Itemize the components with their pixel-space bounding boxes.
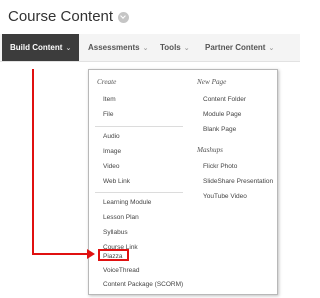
menu-item-slideshare-presentation[interactable]: SlideShare Presentation [203,177,273,186]
divider [95,126,183,127]
annotation-arrow-line [32,253,88,255]
check-circle-icon[interactable] [118,11,130,23]
menu-tools[interactable]: Tools ⌄ [160,34,190,61]
page-title-text: Course Content [8,8,114,25]
section-header-mashups: Mashups [197,146,223,154]
arrow-right-icon [87,249,95,259]
menu-partner-content[interactable]: Partner Content ⌄ [205,34,274,61]
menu-partner-content-label: Partner Content [205,43,266,52]
menu-build-content-label: Build Content [10,43,63,52]
menu-assessments[interactable]: Assessments ⌄ [88,34,148,61]
menu-item-audio[interactable]: Audio [103,132,120,141]
menu-item-content-package-scorm[interactable]: Content Package (SCORM) [103,280,183,289]
menu-item-image[interactable]: Image [103,147,121,156]
menu-item-syllabus[interactable]: Syllabus [103,228,128,237]
piazza-highlight-box [98,249,129,261]
menu-item-video[interactable]: Video [103,162,120,171]
menu-item-file[interactable]: File [103,110,113,119]
menu-item-flickr-photo[interactable]: Flickr Photo [203,162,237,171]
menu-assessments-label: Assessments [88,43,140,52]
menu-item-module-page[interactable]: Module Page [203,110,241,119]
section-header-new-page: New Page [197,78,227,86]
menu-item-blank-page[interactable]: Blank Page [203,125,236,134]
menu-tools-label: Tools [160,43,181,52]
chevron-down-icon: ⌄ [268,45,275,52]
build-content-dropdown: Create Item File Audio Image Video Web L… [88,69,278,295]
menu-item-lesson-plan[interactable]: Lesson Plan [103,213,139,222]
section-header-create: Create [97,78,117,86]
menu-build-content[interactable]: Build Content ⌄ [2,34,80,61]
menu-item-youtube-video[interactable]: YouTube Video [203,192,247,201]
content-menubar: Build Content ⌄ Assessments ⌄ Tools ⌄ Partn… [0,34,300,62]
chevron-down-icon: ⌄ [65,45,72,52]
chevron-down-icon: ⌄ [183,45,190,52]
chevron-down-icon: ⌄ [142,45,149,52]
menu-item-voicethread[interactable]: VoiceThread [103,266,140,275]
menu-item-item[interactable]: Item [103,95,116,104]
menu-item-learning-module[interactable]: Learning Module [103,198,151,207]
menu-item-content-folder[interactable]: Content Folder [203,95,246,104]
annotation-arrow-line [32,69,34,255]
divider [95,192,183,193]
page-title: Course Content [8,8,130,26]
menu-item-web-link[interactable]: Web Link [103,177,130,186]
